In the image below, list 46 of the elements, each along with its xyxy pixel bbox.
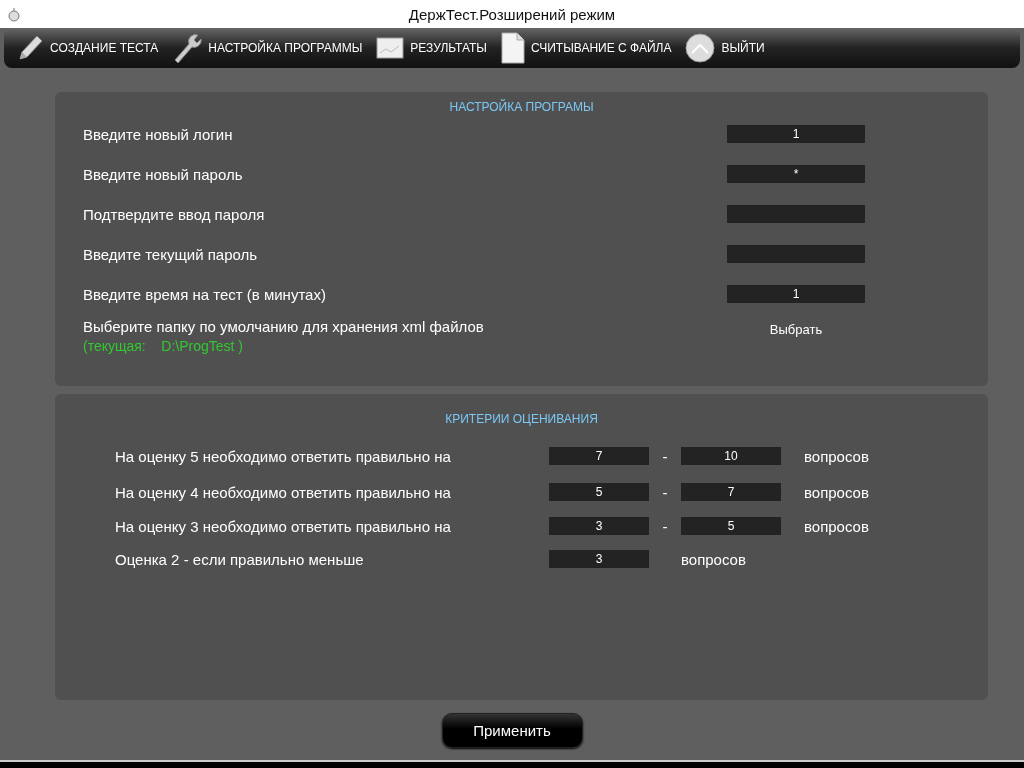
input-field[interactable] — [727, 205, 865, 223]
input-field[interactable]: 5 — [681, 517, 781, 535]
unit-label: вопросов — [804, 517, 870, 535]
section-title: КРИТЕРИИ ОЦЕНИВАНИЯ — [444, 412, 599, 426]
section-title: НАСТРОЙКА ПРОГРАМЫ — [448, 100, 595, 114]
circle-icon — [685, 33, 716, 63]
field-label: Подтвердите ввод пароля — [83, 205, 266, 223]
field-label: Введите текущий пароль — [83, 245, 259, 263]
input-field[interactable]: 7 — [681, 483, 781, 501]
input-field[interactable]: 3 — [549, 550, 649, 568]
folder-label: Выберите папку по умолчанию для хранения xml файлов — [83, 318, 485, 335]
app-icon — [6, 6, 22, 22]
document-icon — [376, 36, 405, 60]
input-field[interactable]: 1 — [727, 125, 865, 143]
input-field[interactable] — [727, 245, 865, 263]
toolbar-button[interactable]: НАСТРОЙКА ПРОГРАММЫ — [172, 32, 363, 64]
criterion-label: На оценку 3 необходимо ответить правильно на — [115, 517, 452, 535]
criterion-label: На оценку 5 необходимо ответить правильно на — [115, 447, 452, 465]
input-field[interactable]: 3 — [549, 517, 649, 535]
unit-label: вопросов — [804, 447, 870, 465]
field-label: Введите время на тест (в минутах) — [83, 285, 327, 303]
criterion-label: Оценка 2 - если правильно меньше — [115, 550, 365, 568]
current-folder-text: (текущая: D:\ProgTest ) — [83, 338, 244, 354]
range-separator: - — [661, 517, 669, 535]
criterion-label: На оценку 4 необходимо ответить правильно на — [115, 483, 452, 501]
range-separator: - — [661, 447, 669, 465]
input-field[interactable]: 7 — [549, 447, 649, 465]
field-label: Введите новый пароль — [83, 165, 244, 183]
toolbar-button[interactable]: ВЫЙТИ — [685, 33, 765, 63]
toolbar-button[interactable]: СЧИТЫВАНИЕ С ФАЙЛА — [500, 32, 672, 64]
input-field[interactable]: * — [727, 165, 865, 183]
unit-label: вопросов — [681, 550, 747, 568]
toolbar-button[interactable]: СОЗДАНИЕ ТЕСТА — [16, 33, 159, 63]
toolbar-button[interactable]: РЕЗУЛЬТАТЫ — [376, 36, 487, 60]
window-title: ДержТест.Розширений режим — [408, 5, 616, 23]
pencil-icon — [16, 33, 44, 63]
page-icon — [500, 32, 525, 64]
choose-button[interactable]: Выбрать — [769, 322, 823, 337]
unit-label: вопросов — [804, 483, 870, 501]
input-field[interactable]: 1 — [727, 285, 865, 303]
field-label: Введите новый логин — [83, 125, 234, 143]
range-separator: - — [661, 483, 669, 501]
wrench-icon — [172, 32, 203, 64]
input-field[interactable]: 10 — [681, 447, 781, 465]
apply-button[interactable]: Применить — [441, 713, 583, 748]
input-field[interactable]: 5 — [549, 483, 649, 501]
